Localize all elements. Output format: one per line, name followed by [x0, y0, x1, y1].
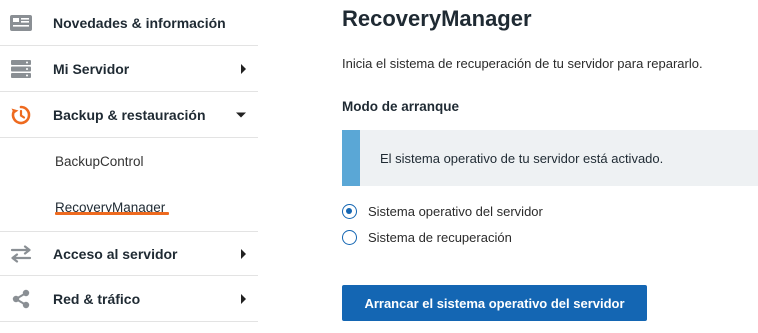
- sidebar-item-backup[interactable]: Backup & restauración: [0, 93, 258, 138]
- intro-text: Inicia el sistema de recuperación de tu …: [342, 56, 703, 71]
- chevron-right-icon: [241, 248, 246, 259]
- radio-option-server-os[interactable]: Sistema operativo del servidor: [342, 204, 543, 219]
- radio-button[interactable]: [342, 204, 357, 219]
- sidebar: Novedades & información Mi Servidor Back…: [0, 0, 258, 333]
- sidebar-item-server[interactable]: Mi Servidor: [0, 47, 258, 92]
- news-icon: [8, 12, 34, 34]
- sidebar-item-label: Novedades & información: [53, 15, 226, 31]
- radio-button[interactable]: [342, 230, 357, 245]
- page-title: RecoveryManager: [342, 6, 532, 31]
- radio-option-recovery-system[interactable]: Sistema de recuperación: [342, 230, 512, 245]
- sidebar-item-network[interactable]: Red & tráfico: [0, 277, 258, 322]
- boot-server-os-button[interactable]: Arrancar el sistema operativo del servid…: [342, 285, 647, 321]
- server-icon: [8, 58, 34, 80]
- radio-label: Sistema operativo del servidor: [368, 204, 543, 219]
- sidebar-item-label: Backup & restauración: [53, 107, 206, 123]
- chevron-right-icon: [241, 294, 246, 304]
- active-item-underline: [55, 212, 169, 215]
- sidebar-item-server-access[interactable]: Acceso al servidor: [0, 231, 258, 276]
- radio-label: Sistema de recuperación: [368, 230, 512, 245]
- sidebar-item-label: Mi Servidor: [53, 61, 130, 77]
- sidebar-item-label: Red & tráfico: [53, 291, 141, 307]
- restore-icon: [8, 104, 34, 126]
- sidebar-subitem-backupcontrol[interactable]: BackupControl: [55, 154, 144, 169]
- main-content: RecoveryManager Inicia el sistema de rec…: [342, 0, 758, 333]
- sidebar-item-news[interactable]: Novedades & información: [0, 1, 258, 46]
- sidebar-item-label: Acceso al servidor: [53, 245, 178, 262]
- info-accent-bar: [342, 130, 360, 186]
- info-message: El sistema operativo de tu servidor está…: [380, 150, 664, 166]
- chevron-down-icon: [236, 112, 246, 118]
- transfer-arrows-icon: [8, 243, 34, 265]
- boot-mode-label: Modo de arranque: [342, 99, 460, 114]
- info-notice: El sistema operativo de tu servidor está…: [342, 130, 758, 186]
- chevron-right-icon: [241, 64, 246, 74]
- share-network-icon: [8, 288, 34, 310]
